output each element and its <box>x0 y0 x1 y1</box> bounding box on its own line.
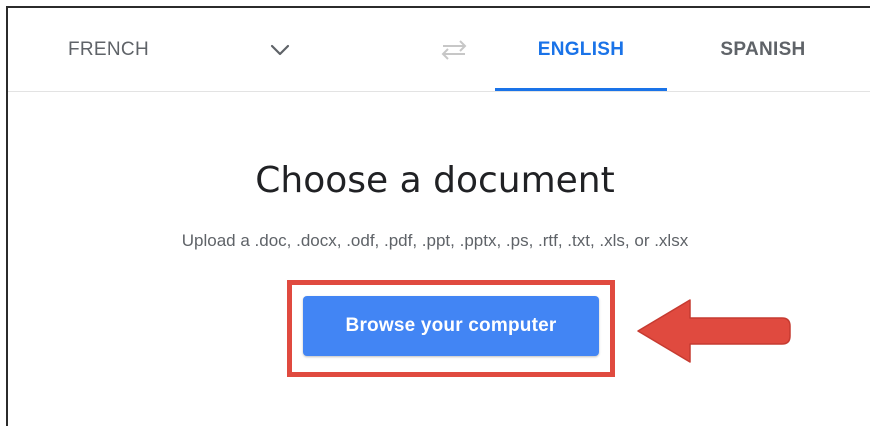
source-language-dropdown[interactable] <box>255 8 305 91</box>
language-bar: FRENCH ENGLISH SPANISH <box>8 8 870 92</box>
active-tab-indicator <box>495 88 667 91</box>
tab-target-language-spanish[interactable]: SPANISH <box>688 8 838 91</box>
source-language-label: FRENCH <box>68 38 149 60</box>
swap-languages-icon <box>441 39 467 60</box>
tab-source-language[interactable]: FRENCH <box>46 8 186 91</box>
english-label: ENGLISH <box>537 38 625 60</box>
chevron-down-icon <box>270 44 290 55</box>
supported-formats-text: Upload a .doc, .docx, .odf, .pdf, .ppt, … <box>181 231 689 250</box>
page-title: Choose a document <box>255 160 615 201</box>
spanish-label: SPANISH <box>720 38 806 60</box>
browse-computer-button[interactable]: Browse your computer <box>303 296 599 356</box>
red-arrow-annotation <box>637 299 791 363</box>
tab-target-language-english[interactable]: ENGLISH <box>495 8 667 91</box>
swap-languages-button[interactable] <box>426 8 482 91</box>
